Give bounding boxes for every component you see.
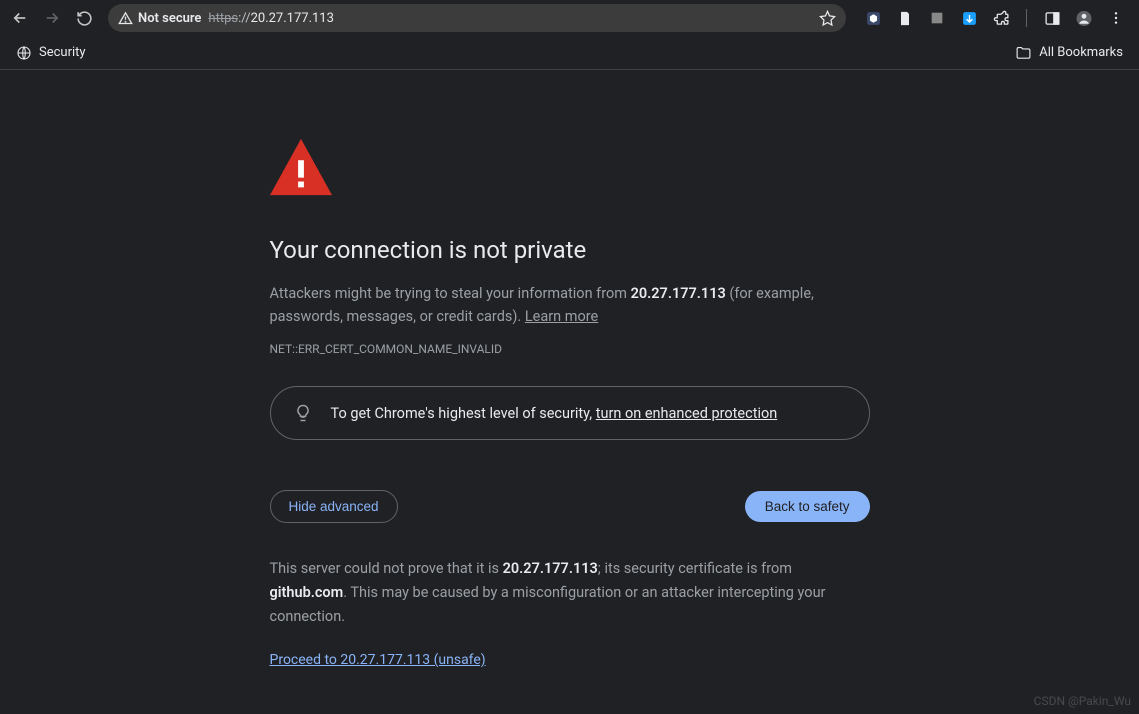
proceed-unsafe-link[interactable]: Proceed to 20.27.177.113 (unsafe) bbox=[270, 652, 486, 668]
warning-message: Attackers might be trying to steal your … bbox=[270, 282, 870, 328]
hide-advanced-button[interactable]: Hide advanced bbox=[270, 490, 398, 523]
warning-icon bbox=[270, 138, 870, 196]
browser-toolbar: Not secure https://20.27.177.113 bbox=[0, 0, 1139, 36]
warning-triangle-icon bbox=[118, 11, 133, 26]
all-bookmarks-label: All Bookmarks bbox=[1039, 45, 1123, 60]
back-button[interactable] bbox=[6, 4, 34, 32]
bookmark-bar: Security All Bookmarks bbox=[0, 36, 1139, 70]
bookmark-item-security[interactable]: Security bbox=[10, 41, 92, 65]
address-bar[interactable]: Not secure https://20.27.177.113 bbox=[108, 4, 846, 32]
url-text: https://20.27.177.113 bbox=[208, 11, 812, 26]
bookmark-label: Security bbox=[39, 45, 86, 60]
toolbar-divider bbox=[1026, 9, 1027, 27]
all-bookmarks-button[interactable]: All Bookmarks bbox=[1009, 40, 1129, 65]
not-secure-chip[interactable]: Not secure bbox=[118, 11, 201, 26]
enhanced-protection-promo: To get Chrome's highest level of securit… bbox=[270, 386, 870, 440]
folder-icon bbox=[1015, 44, 1032, 61]
extension-icon-3[interactable] bbox=[928, 9, 946, 27]
ssl-interstitial: Your connection is not private Attackers… bbox=[270, 138, 870, 668]
bookmark-star-icon[interactable] bbox=[819, 10, 836, 27]
enhanced-protection-link[interactable]: turn on enhanced protection bbox=[596, 405, 778, 422]
error-code: NET::ERR_CERT_COMMON_NAME_INVALID bbox=[270, 342, 870, 356]
extension-icon-4[interactable] bbox=[960, 9, 978, 27]
back-to-safety-button[interactable]: Back to safety bbox=[745, 491, 870, 522]
globe-icon bbox=[16, 45, 32, 61]
extension-icon-2[interactable] bbox=[896, 9, 914, 27]
not-secure-label: Not secure bbox=[138, 11, 201, 26]
button-row: Hide advanced Back to safety bbox=[270, 490, 870, 523]
learn-more-link[interactable]: Learn more bbox=[525, 308, 598, 325]
kebab-menu-icon[interactable] bbox=[1107, 9, 1125, 27]
forward-button[interactable] bbox=[38, 4, 66, 32]
extension-icon-1[interactable] bbox=[864, 9, 882, 27]
advanced-explanation: This server could not prove that it is 2… bbox=[270, 557, 870, 629]
extension-icons bbox=[856, 9, 1133, 27]
page-title: Your connection is not private bbox=[270, 236, 870, 264]
watermark: CSDN @Pakin_Wu bbox=[1034, 694, 1131, 708]
side-panel-icon[interactable] bbox=[1043, 9, 1061, 27]
extensions-puzzle-icon[interactable] bbox=[992, 9, 1010, 27]
profile-icon[interactable] bbox=[1075, 9, 1093, 27]
page-content: Your connection is not private Attackers… bbox=[0, 70, 1139, 668]
reload-button[interactable] bbox=[70, 4, 98, 32]
lightbulb-icon bbox=[293, 403, 313, 423]
